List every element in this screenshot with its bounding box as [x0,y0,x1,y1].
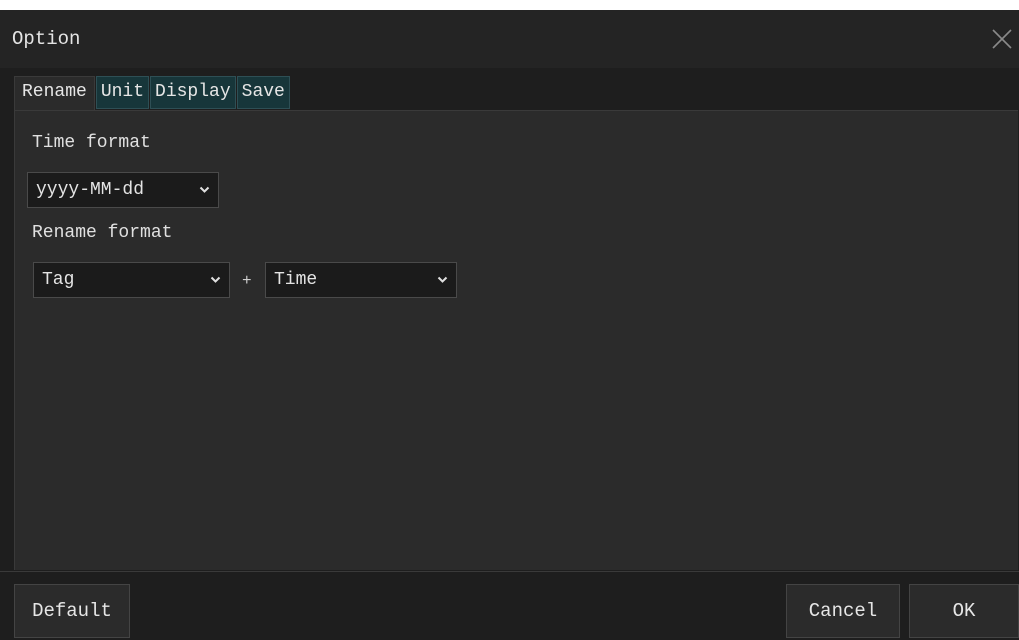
time-format-select[interactable]: yyyy-MM-dd [27,172,219,208]
dialog-title: Option [12,28,81,50]
close-icon [992,29,1012,49]
rename-format-label: Rename format [32,223,173,243]
tab-bar: Rename Unit Display Save [14,76,291,110]
rename-second-field-value: Time [274,270,318,290]
time-format-label: Time format [32,133,151,153]
tab-rename[interactable]: Rename [14,76,95,110]
footer-divider [0,571,1019,572]
rename-panel: Time format yyyy-MM-dd Rename format Tag… [14,110,1018,570]
tab-unit[interactable]: Unit [95,76,150,109]
rename-first-field-select[interactable]: Tag [33,262,230,298]
plus-separator: + [242,272,252,290]
rename-second-field-select[interactable]: Time [265,262,457,298]
option-dialog: Option Rename Unit Display Save Time for… [0,10,1019,640]
chevron-down-icon [437,276,448,283]
chevron-down-icon [210,276,221,283]
tab-save[interactable]: Save [236,76,290,109]
close-button[interactable] [985,22,1019,56]
title-bar: Option [0,10,1019,68]
ok-button[interactable]: OK [909,584,1019,638]
time-format-value: yyyy-MM-dd [36,180,145,200]
tab-display[interactable]: Display [150,76,236,109]
rename-first-field-value: Tag [42,270,75,290]
default-button[interactable]: Default [14,584,130,638]
chevron-down-icon [199,186,210,193]
cancel-button[interactable]: Cancel [786,584,900,638]
